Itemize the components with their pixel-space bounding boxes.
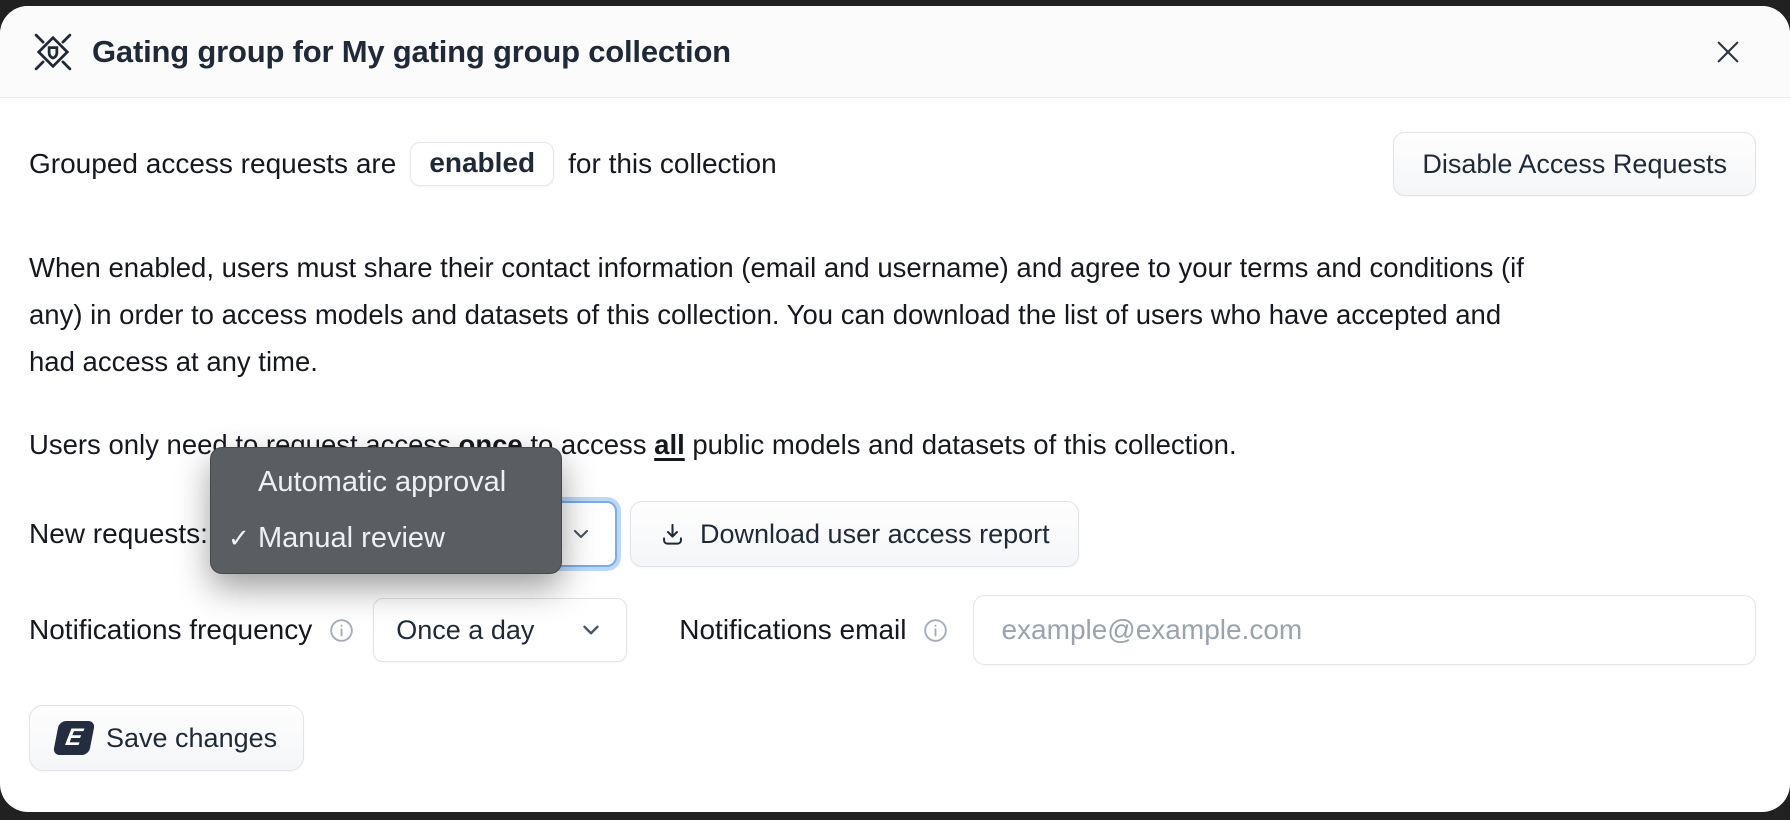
modal-header: Gating group for My gating group collect… xyxy=(0,6,1790,98)
note-suffix: public models and datasets of this colle… xyxy=(685,429,1237,460)
dropdown-option-automatic-approval[interactable]: Automatic approval xyxy=(211,455,561,511)
info-icon[interactable] xyxy=(328,617,355,644)
gating-group-modal: Gating group for My gating group collect… xyxy=(0,6,1790,812)
status-row: Grouped access requests are enabled for … xyxy=(29,132,1756,196)
check-icon: ✓ xyxy=(228,523,258,554)
info-icon[interactable] xyxy=(922,617,949,644)
save-changes-button[interactable]: E Save changes xyxy=(29,705,304,771)
description-paragraph: When enabled, users must share their con… xyxy=(29,244,1534,385)
dropdown-option-label: Manual review xyxy=(258,522,445,555)
enterprise-icon: E xyxy=(53,721,96,755)
notifications-email-label: Notifications email xyxy=(679,614,906,646)
download-report-button[interactable]: Download user access report xyxy=(630,501,1079,567)
chevron-down-icon xyxy=(569,522,593,546)
note-emphasis-all: all xyxy=(654,429,685,460)
chevron-down-icon xyxy=(578,617,604,643)
new-requests-row: New requests: Manual review Download use… xyxy=(29,501,1756,567)
status-suffix: for this collection xyxy=(568,148,777,180)
new-requests-dropdown-popup: Automatic approval ✓ Manual review xyxy=(210,447,562,574)
new-requests-label: New requests: xyxy=(29,518,208,550)
notifications-row: Notifications frequency Once a day Notif… xyxy=(29,595,1756,665)
status-prefix: Grouped access requests are xyxy=(29,148,396,180)
notifications-frequency-select[interactable]: Once a day xyxy=(373,598,627,662)
dropdown-option-manual-review[interactable]: ✓ Manual review xyxy=(211,511,561,567)
status-badge: enabled xyxy=(410,142,554,186)
notifications-email-input[interactable] xyxy=(973,595,1756,665)
close-button[interactable] xyxy=(1706,30,1750,74)
modal-title: Gating group for My gating group collect… xyxy=(92,34,731,70)
close-icon xyxy=(1712,36,1744,68)
notifications-frequency-label: Notifications frequency xyxy=(29,614,312,646)
save-changes-label: Save changes xyxy=(106,723,277,754)
gating-group-icon xyxy=(30,30,76,74)
disable-access-requests-button[interactable]: Disable Access Requests xyxy=(1393,132,1756,196)
status-text: Grouped access requests are enabled for … xyxy=(29,142,777,186)
download-report-label: Download user access report xyxy=(700,519,1050,550)
dropdown-option-label: Automatic approval xyxy=(258,466,506,499)
download-icon xyxy=(659,521,686,548)
modal-body: Grouped access requests are enabled for … xyxy=(0,98,1790,812)
frequency-selected-value: Once a day xyxy=(396,615,534,646)
